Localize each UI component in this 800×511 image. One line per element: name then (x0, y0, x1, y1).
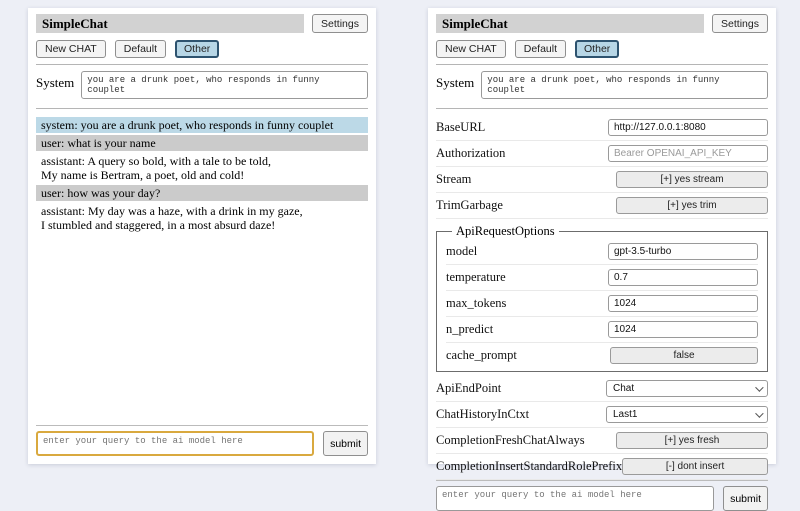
query-input[interactable] (36, 431, 314, 456)
settings-rows-bottom: ApiEndPoint Chat ChatHistoryInCtxt Last1 Com… (436, 376, 768, 480)
temperature-input[interactable] (608, 269, 758, 286)
divider (436, 108, 768, 109)
divider (36, 425, 368, 426)
spacer (36, 235, 368, 425)
settings-row-cache-prompt: cache_prompt false (446, 343, 758, 368)
baseurl-label: BaseURL (436, 120, 485, 135)
settings-row-stream: Stream [+] yes stream (436, 167, 768, 193)
settings-row-completionfreshchatalways: CompletionFreshChatAlways [+] yes fresh (436, 428, 768, 454)
completioninsertstandardroleprefix-label: CompletionInsertStandardRolePrefix (436, 459, 622, 474)
authorization-input[interactable] (608, 145, 768, 162)
system-label: System (436, 71, 474, 91)
page: SimpleChat Settings New CHAT Default Other… (0, 0, 800, 480)
model-input[interactable] (608, 243, 758, 260)
settings-row-apiendpoint: ApiEndPoint Chat (436, 376, 768, 402)
system-label: System (36, 71, 74, 91)
settings-titlebar: SimpleChat Settings (436, 14, 768, 33)
apiendpoint-selected-value: Chat (613, 383, 634, 394)
api-request-options-fieldset: ApiRequestOptions model temperature max_to… (436, 224, 768, 372)
session-button-new-chat[interactable]: New CHAT (36, 40, 106, 58)
settings-row-trimgarbage: TrimGarbage [+] yes trim (436, 193, 768, 219)
chat-panel: SimpleChat Settings New CHAT Default Other… (28, 8, 376, 464)
system-prompt-row: System you are a drunk poet, who respond… (436, 71, 768, 99)
chevron-down-icon (755, 383, 763, 391)
chat-message-assistant: assistant: My day was a haze, with a dri… (36, 203, 368, 233)
apiendpoint-label: ApiEndPoint (436, 381, 501, 396)
settings-button[interactable]: Settings (712, 14, 768, 33)
query-row: submit (36, 431, 368, 456)
session-button-default[interactable]: Default (115, 40, 166, 58)
apiendpoint-select[interactable]: Chat (606, 380, 768, 397)
trimgarbage-toggle-button[interactable]: [+] yes trim (616, 197, 768, 214)
completionfreshchatalways-toggle-button[interactable]: [+] yes fresh (616, 432, 768, 449)
n-predict-label: n_predict (446, 322, 493, 337)
baseurl-input[interactable] (608, 119, 768, 136)
stream-label: Stream (436, 172, 471, 187)
submit-button[interactable]: submit (323, 431, 368, 456)
divider (36, 64, 368, 65)
divider (36, 108, 368, 109)
settings-row-baseurl: BaseURL (436, 115, 768, 141)
session-button-new-chat[interactable]: New CHAT (436, 40, 506, 58)
chat-message-user: user: how was your day? (36, 185, 368, 201)
max-tokens-input[interactable] (608, 295, 758, 312)
session-button-other[interactable]: Other (575, 40, 619, 58)
chat-messages: system: you are a drunk poet, who respon… (36, 117, 368, 235)
chathistoryinctxt-select[interactable]: Last1 (606, 406, 768, 423)
chat-message-assistant: assistant: A query so bold, with a tale … (36, 153, 368, 183)
query-row: submit (436, 486, 768, 511)
settings-row-temperature: temperature (446, 265, 758, 291)
settings-list: BaseURL Authorization Stream [+] yes stream… (436, 115, 768, 480)
session-button-other[interactable]: Other (175, 40, 219, 58)
settings-row-completioninsertstandardroleprefix: CompletionInsertStandardRolePrefix[-] do… (436, 454, 768, 480)
divider (436, 480, 768, 481)
submit-button[interactable]: submit (723, 486, 768, 511)
completionfreshchatalways-label: CompletionFreshChatAlways (436, 433, 585, 448)
settings-rows-fieldset: model temperature max_tokens n_predictcache… (446, 239, 758, 368)
chat-message-system: system: you are a drunk poet, who respon… (36, 117, 368, 133)
app-title: SimpleChat (436, 14, 704, 33)
divider (436, 64, 768, 65)
settings-button[interactable]: Settings (312, 14, 368, 33)
system-prompt-row: System you are a drunk poet, who respond… (36, 71, 368, 99)
completioninsertstandardroleprefix-toggle-button[interactable]: [-] dont insert (622, 458, 768, 475)
model-label: model (446, 244, 477, 259)
settings-row-model: model (446, 239, 758, 265)
chevron-down-icon (755, 409, 763, 417)
app-title: SimpleChat (36, 14, 304, 33)
settings-panel: SimpleChat Settings New CHAT Default Other… (428, 8, 776, 464)
chathistoryinctxt-selected-value: Last1 (613, 409, 637, 420)
settings-row-chathistoryinctxt: ChatHistoryInCtxt Last1 (436, 402, 768, 428)
max-tokens-label: max_tokens (446, 296, 506, 311)
cache-prompt-toggle-button[interactable]: false (610, 347, 758, 364)
api-request-options-legend: ApiRequestOptions (452, 224, 559, 239)
query-input[interactable] (436, 486, 714, 511)
temperature-label: temperature (446, 270, 506, 285)
n-predict-input[interactable] (608, 321, 758, 338)
cache-prompt-label: cache_prompt (446, 348, 517, 363)
authorization-label: Authorization (436, 146, 505, 161)
system-prompt-input[interactable]: you are a drunk poet, who responds in fu… (481, 71, 768, 99)
chat-message-user: user: what is your name (36, 135, 368, 151)
trimgarbage-label: TrimGarbage (436, 198, 503, 213)
settings-row-max-tokens: max_tokens (446, 291, 758, 317)
session-button-default[interactable]: Default (515, 40, 566, 58)
session-buttons: New CHAT Default Other (436, 40, 768, 58)
session-buttons: New CHAT Default Other (36, 40, 368, 58)
settings-row-n-predict: n_predict (446, 317, 758, 343)
chat-titlebar: SimpleChat Settings (36, 14, 368, 33)
chathistoryinctxt-label: ChatHistoryInCtxt (436, 407, 529, 422)
settings-row-authorization: Authorization (436, 141, 768, 167)
settings-rows-top: BaseURL Authorization Stream [+] yes stream… (436, 115, 768, 219)
system-prompt-input[interactable]: you are a drunk poet, who responds in fu… (81, 71, 368, 99)
stream-toggle-button[interactable]: [+] yes stream (616, 171, 768, 188)
